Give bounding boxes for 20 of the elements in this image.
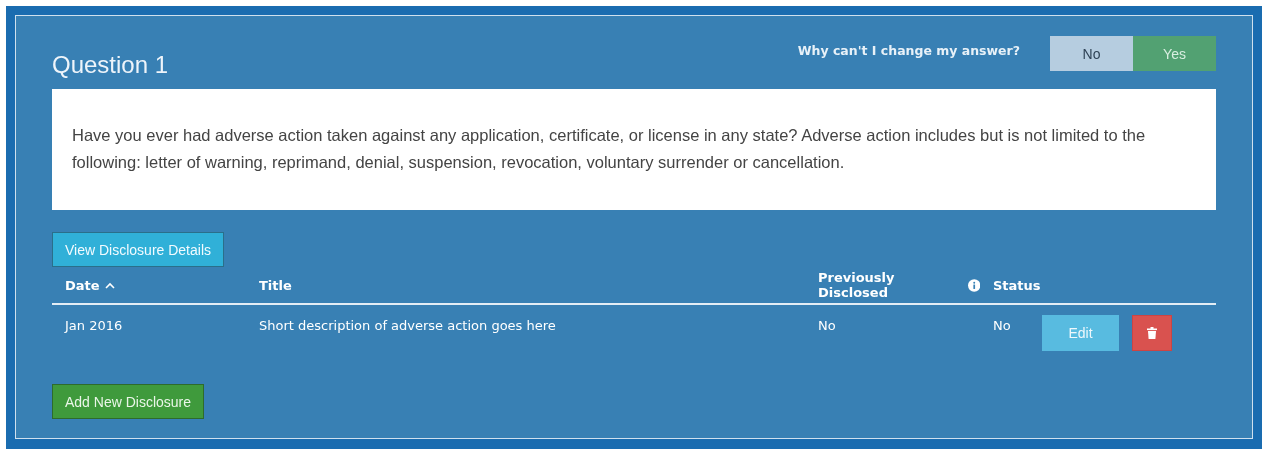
column-header: Title (259, 277, 292, 293)
answer-option[interactable]: No (1050, 36, 1133, 71)
column-header: Previously Disclosed (818, 270, 896, 300)
help-link[interactable]: Why can't I change my answer? (797, 43, 1020, 58)
answer-option[interactable]: Yes (1133, 36, 1216, 71)
edit-button[interactable]: Edit (1042, 315, 1119, 351)
delete-button[interactable] (1132, 315, 1172, 351)
column-header: Status (993, 277, 1041, 293)
sort-caret-icon[interactable] (104, 281, 115, 289)
add-disclosure-button[interactable]: Add New Disclosure (52, 384, 205, 419)
table-cell-text: Jan 2016 (63, 318, 124, 335)
column-header[interactable]: Date (65, 277, 100, 293)
question-title: Question 1 (52, 51, 169, 79)
trash-icon (1147, 327, 1157, 339)
table-cell-text: No (817, 318, 837, 335)
view-details-button[interactable]: View Disclosure Details (52, 232, 224, 267)
table-cell-text: Short description of adverse action goes here (258, 318, 557, 335)
info-icon[interactable] (967, 278, 980, 292)
question-text: Have you ever had adverse action taken against any application, certificate, or license in any state? Adverse action includes but is not limited to the following: letter of warning, reprimand, denial, suspension, revocation, voluntary surrender or cancellation. (72, 125, 1147, 173)
table-cell-text: No (992, 318, 1012, 335)
